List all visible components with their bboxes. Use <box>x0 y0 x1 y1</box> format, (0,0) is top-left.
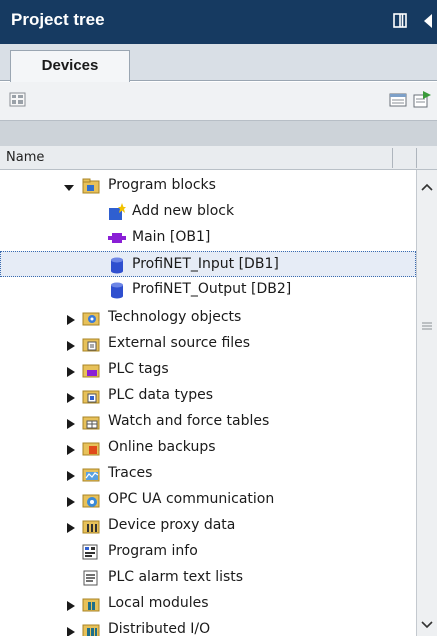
tree-item-label: Technology objects <box>108 309 242 325</box>
db-block-icon <box>108 256 126 274</box>
tree-item-plc-alarm-text-lists[interactable]: PLC alarm text lists <box>0 565 416 591</box>
tree-item-program-blocks[interactable]: Program blocks <box>0 173 416 199</box>
expanded-arrow-icon[interactable] <box>64 181 74 191</box>
tree-item-label: Main [OB1] <box>132 229 211 245</box>
tree-item-opc-ua-communication[interactable]: OPC UA communication <box>0 487 416 513</box>
collapsed-arrow-icon[interactable] <box>67 521 75 533</box>
panel-title: Project tree <box>11 10 105 29</box>
tree-item-device-proxy-data[interactable]: Device proxy data <box>0 513 416 539</box>
project-tree: Program blocks Add new block Main [OB1] <box>0 170 416 636</box>
folder-blocks-icon <box>82 177 100 195</box>
plc-data-types-icon <box>82 387 100 405</box>
traces-icon <box>82 465 100 483</box>
tree-item-online-backups[interactable]: Online backups <box>0 435 416 461</box>
tree-item-watch-and-force-tables[interactable]: Watch and force tables <box>0 409 416 435</box>
tree-item-label: OPC UA communication <box>108 491 275 507</box>
collapsed-arrow-icon[interactable] <box>67 391 75 403</box>
ob-block-icon <box>108 229 126 247</box>
scroll-thumb-grip-icon[interactable] <box>421 318 433 330</box>
program-info-icon <box>82 543 100 561</box>
tree-item-label: Distributed I/O <box>108 621 211 636</box>
tree-item-label: External source files <box>108 335 251 351</box>
tree-item-label: Watch and force tables <box>108 413 270 429</box>
overview-icon[interactable] <box>8 90 28 110</box>
collapsed-arrow-icon[interactable] <box>67 417 75 429</box>
watch-tables-icon <box>82 413 100 431</box>
tree-item-profinet-output-db2[interactable]: ProfiNET_Output [DB2] <box>0 277 416 303</box>
tree-item-add-new-block[interactable]: Add new block <box>0 199 416 225</box>
collapsed-arrow-icon[interactable] <box>67 469 75 481</box>
scroll-down-arrow-icon[interactable] <box>420 618 434 629</box>
collapsed-arrow-icon[interactable] <box>67 495 75 507</box>
table-view-icon[interactable] <box>388 90 408 110</box>
vertical-scrollbar[interactable] <box>416 170 437 636</box>
tree-item-label: ProfiNET_Input [DB1] <box>132 256 279 272</box>
tree-item-label: Traces <box>108 465 153 481</box>
tab-strip: Devices <box>0 44 437 82</box>
tree-item-label: Add new block <box>132 203 235 219</box>
tree-column-header: Name <box>0 146 437 170</box>
tree-toolbar <box>0 82 437 120</box>
tree-item-local-modules[interactable]: Local modules <box>0 591 416 617</box>
external-source-icon <box>82 335 100 353</box>
tree-item-label: PLC alarm text lists <box>108 569 244 585</box>
collapsed-arrow-icon[interactable] <box>67 339 75 351</box>
tree-item-label: Program blocks <box>108 177 216 193</box>
tree-item-technology-objects[interactable]: Technology objects <box>0 305 416 331</box>
tree-item-label: PLC tags <box>108 361 169 377</box>
tree-item-plc-tags[interactable]: PLC tags <box>0 357 416 383</box>
add-block-icon <box>108 203 126 221</box>
tree-item-external-source-files[interactable]: External source files <box>0 331 416 357</box>
plc-tags-icon <box>82 361 100 379</box>
split-view-icon[interactable] <box>392 8 410 34</box>
tree-item-plc-data-types[interactable]: PLC data types <box>0 383 416 409</box>
tree-item-label: Device proxy data <box>108 517 236 533</box>
tree-item-label: PLC data types <box>108 387 214 403</box>
project-tree-titlebar: Project tree <box>0 0 437 44</box>
tree-item-label: ProfiNET_Output [DB2] <box>132 281 292 297</box>
db-block-icon <box>108 281 126 299</box>
scroll-up-arrow-icon[interactable] <box>420 180 434 191</box>
online-backups-icon <box>82 439 100 457</box>
export-icon[interactable] <box>412 90 432 110</box>
tree-item-main-ob1[interactable]: Main [OB1] <box>0 225 416 251</box>
toolbar-band <box>0 120 437 146</box>
opc-ua-icon <box>82 491 100 509</box>
tree-item-label: Local modules <box>108 595 209 611</box>
collapsed-arrow-icon[interactable] <box>67 365 75 377</box>
tree-item-profinet-input-db1[interactable]: ProfiNET_Input [DB1] <box>0 251 416 277</box>
tree-item-distributed-io[interactable]: Distributed I/O <box>0 617 416 636</box>
tree-item-program-info[interactable]: Program info <box>0 539 416 565</box>
collapsed-arrow-icon[interactable] <box>67 625 75 636</box>
tree-item-traces[interactable]: Traces <box>0 461 416 487</box>
device-proxy-icon <box>82 517 100 535</box>
local-modules-icon <box>82 595 100 613</box>
alarm-text-icon <box>82 569 100 587</box>
distributed-io-icon <box>82 621 100 636</box>
tab-devices[interactable]: Devices <box>10 50 130 82</box>
name-column-header[interactable]: Name <box>6 150 44 165</box>
technology-objects-icon <box>82 309 100 327</box>
collapsed-arrow-icon[interactable] <box>67 599 75 611</box>
column-separator[interactable] <box>416 148 417 168</box>
tree-item-label: Online backups <box>108 439 216 455</box>
column-separator[interactable] <box>392 148 393 168</box>
collapsed-arrow-icon[interactable] <box>67 443 75 455</box>
collapsed-arrow-icon[interactable] <box>67 313 75 325</box>
collapse-panel-icon[interactable] <box>418 8 436 34</box>
tree-item-label: Program info <box>108 543 198 559</box>
